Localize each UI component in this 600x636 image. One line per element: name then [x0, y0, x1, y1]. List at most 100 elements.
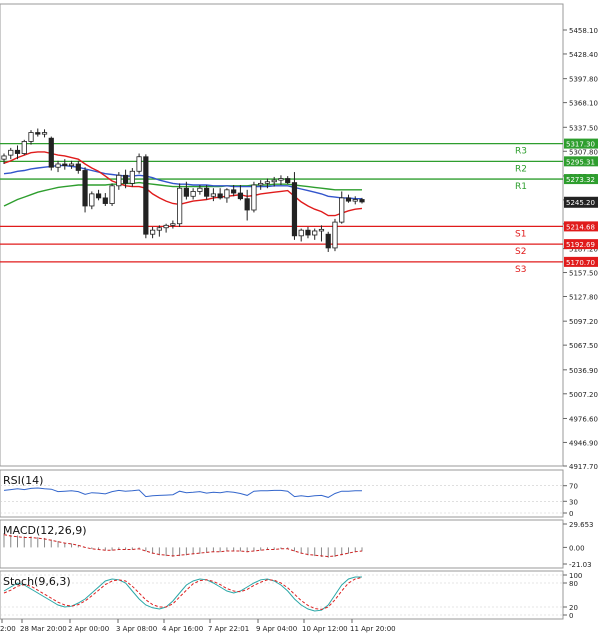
- time-tick-label: 7 Apr 22:01: [208, 625, 249, 633]
- price-tick-label: 5458.10: [569, 27, 598, 35]
- indicator-name: RSI(14): [3, 474, 43, 487]
- candle-body: [217, 193, 223, 199]
- candle-body: [75, 163, 81, 171]
- candle-body: [109, 185, 115, 204]
- candle-body: [156, 227, 162, 231]
- candle-body: [318, 228, 325, 232]
- candle-body: [170, 223, 176, 226]
- time-tick-label: 2 Apr 00:00: [68, 625, 109, 633]
- price-tick-label: 5036.90: [569, 367, 598, 375]
- indicator-tick-label: 20: [569, 604, 578, 612]
- candle-body: [143, 156, 149, 235]
- indicator-name: MACD(12,26,9): [3, 524, 87, 537]
- time-tick-label: 2:00: [0, 625, 16, 633]
- candle-body: [62, 163, 68, 167]
- price-tick-label: 5368.10: [569, 100, 598, 108]
- candle-body: [352, 199, 358, 202]
- candle-body: [102, 197, 108, 204]
- candle-body: [224, 189, 230, 199]
- level-name-s2: S2: [515, 247, 526, 257]
- price-tick-label: 5157.50: [569, 270, 598, 278]
- level-name-r3: R3: [515, 147, 527, 157]
- candle-body: [136, 156, 142, 172]
- price-tick-label: 5127.80: [569, 293, 598, 301]
- indicator-tick-label: 70: [569, 483, 578, 491]
- candle-body: [345, 197, 352, 202]
- trading-chart: 5458.10 5428.40 5397.80 5368.10 5337.50 5307.…: [0, 0, 600, 636]
- level-value-s1: 5214.68: [566, 223, 595, 231]
- indicator-tick-label: 0.00: [569, 544, 585, 552]
- price-tick-label: 5397.80: [569, 76, 598, 84]
- candle-body: [55, 163, 61, 168]
- candle-body: [14, 149, 21, 154]
- candle-body: [305, 229, 311, 236]
- candle-body: [312, 230, 318, 236]
- candle-body: [89, 193, 95, 207]
- candle-body: [359, 199, 365, 203]
- candle-body: [291, 182, 298, 237]
- time-tick-label: 4 Apr 16:00: [162, 625, 203, 633]
- candle-body: [264, 181, 271, 184]
- price-tick-label: 5307.80: [569, 148, 598, 156]
- candle-body: [129, 170, 135, 184]
- level-value-r2: 5295.31: [566, 158, 595, 166]
- candle-body: [237, 192, 244, 200]
- price-tick-label: 5067.50: [569, 342, 598, 350]
- indicator-name: Stoch(9,6,3): [3, 575, 71, 588]
- candle-body: [244, 198, 250, 211]
- candle-body: [197, 187, 203, 192]
- time-tick-label: 10 Apr 12:00: [302, 625, 348, 633]
- indicator-tick-label: 30: [569, 498, 578, 506]
- time-tick-label: 28 Mar 20:00: [20, 625, 67, 633]
- level-value-s3: 5170.70: [566, 259, 595, 267]
- price-tick-label: 4946.90: [569, 439, 598, 447]
- price-tick-label: 5428.40: [569, 51, 598, 59]
- candle-body: [68, 163, 75, 167]
- candle-body: [258, 182, 264, 186]
- candle-body: [122, 174, 129, 184]
- indicator-tick-label: 100: [569, 572, 582, 580]
- chart-background: [0, 0, 600, 636]
- time-tick-label: 11 Apr 20:00: [350, 625, 396, 633]
- level-value-s2: 5192.69: [566, 241, 595, 249]
- current-price-tag: 5245.20: [564, 196, 598, 208]
- indicator-tick-label: 0: [569, 612, 573, 620]
- level-name-s3: S3: [515, 265, 526, 275]
- time-tick-label: 9 Apr 04:00: [256, 625, 297, 633]
- candle-body: [285, 178, 291, 183]
- price-tick-label: 5007.20: [569, 391, 598, 399]
- candle-body: [183, 187, 189, 197]
- candle-body: [48, 137, 54, 168]
- price-tick-label: 4976.60: [569, 415, 598, 423]
- candle-body: [210, 193, 216, 197]
- level-name-s1: S1: [515, 229, 526, 239]
- current-price-label: 5245.20: [566, 199, 595, 207]
- level-name-r1: R1: [515, 182, 527, 192]
- indicator-tick-label: -21.03: [569, 561, 592, 569]
- candle-body: [82, 170, 88, 207]
- candle-body: [190, 191, 196, 197]
- candle-body: [231, 189, 237, 194]
- candle-body: [163, 224, 169, 229]
- candle-body: [21, 141, 27, 154]
- candle-body: [339, 197, 345, 223]
- candle-body: [8, 149, 14, 156]
- candle-body: [95, 193, 102, 199]
- candle-body: [271, 179, 277, 183]
- candle-body: [28, 132, 34, 142]
- candle-body: [204, 187, 210, 197]
- candle-body: [325, 233, 331, 249]
- time-tick-label: 3 Apr 08:00: [116, 625, 157, 633]
- candle-body: [41, 132, 48, 135]
- indicator-tick-label: 80: [569, 580, 578, 588]
- candle-body: [332, 221, 338, 249]
- candle-body: [278, 178, 284, 181]
- candle-body: [177, 187, 183, 225]
- level-name-r2: R2: [515, 164, 527, 174]
- level-value-r1: 5273.32: [566, 176, 595, 184]
- price-tick-label: 5337.50: [569, 124, 598, 132]
- candle-body: [116, 174, 122, 187]
- candle-body: [1, 155, 7, 160]
- price-tick-label: 4917.70: [569, 463, 598, 471]
- indicator-tick-label: 29.653: [569, 521, 594, 529]
